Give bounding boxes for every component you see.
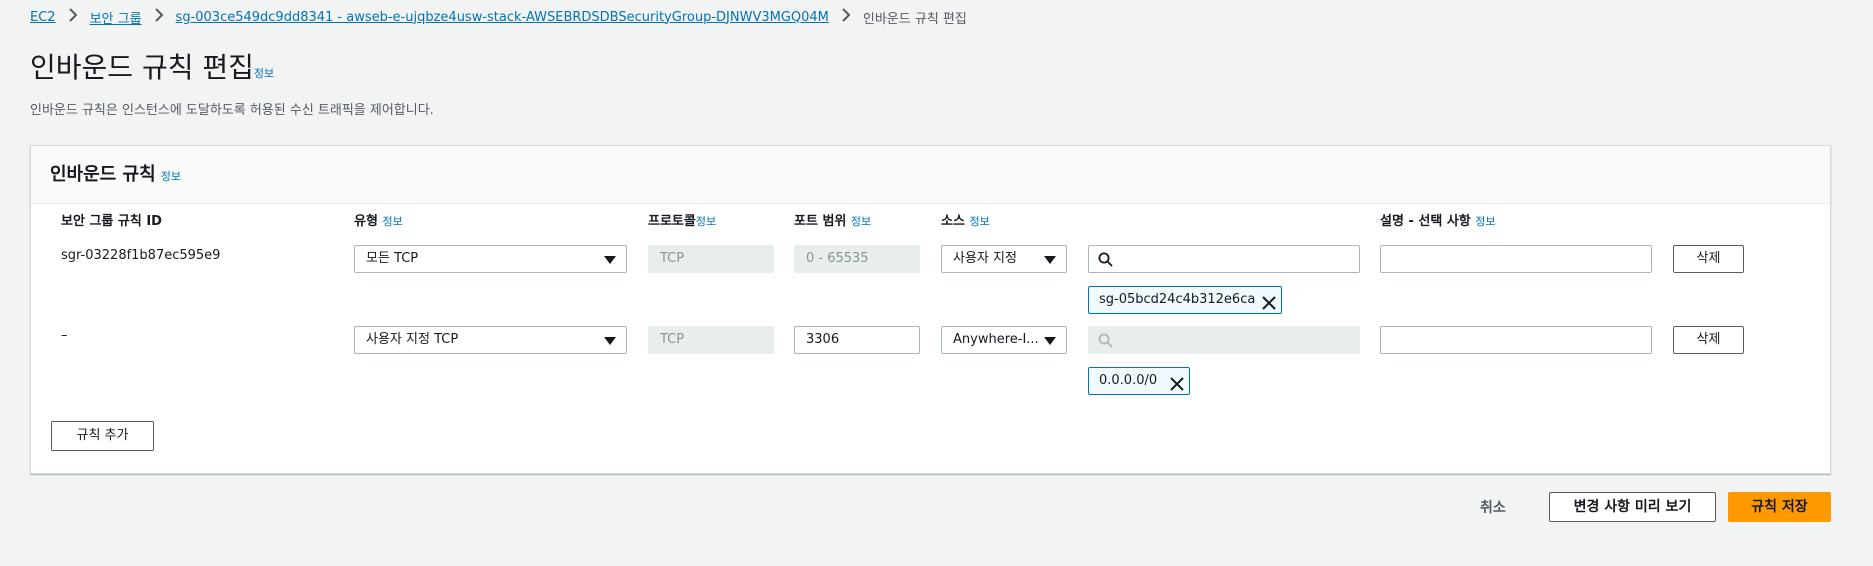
row-2-type-select[interactable]: 사용자 지정 TCP bbox=[354, 326, 627, 354]
col-header-type-label: 유형 bbox=[354, 214, 378, 229]
row-1-source-type-value: 사용자 지정 bbox=[953, 251, 1017, 266]
add-rule-button[interactable]: 규칙 추가 bbox=[51, 421, 154, 451]
protocol-info-link[interactable]: 정보 bbox=[696, 215, 716, 228]
row-2-delete-button[interactable]: 삭제 bbox=[1673, 326, 1744, 354]
row-1-type-select[interactable]: 모든 TCP bbox=[354, 245, 627, 273]
breadcrumb: EC2 보안 그룹 sg-003ce549dc9dd8341 - awseb-e… bbox=[30, 7, 967, 27]
col-header-source-label: 소스 bbox=[941, 214, 965, 229]
row-1-source-token: sg-05bcd24c4b312e6ca bbox=[1088, 286, 1282, 314]
row-2-description-input[interactable] bbox=[1380, 326, 1652, 354]
row-1-source-search-input[interactable] bbox=[1088, 245, 1360, 273]
breadcrumb-current: 인바운드 규칙 편집 bbox=[862, 11, 967, 27]
title-info-link[interactable]: 정보 bbox=[254, 67, 274, 80]
breadcrumb-security-group[interactable]: sg-003ce549dc9dd8341 - awseb-e-ujqbze4us… bbox=[176, 10, 829, 25]
row-1-port-range-input: 0 - 65535 bbox=[794, 245, 920, 273]
panel-title: 인바운드 규칙 bbox=[50, 164, 156, 185]
row-1-token-label: sg-05bcd24c4b312e6ca bbox=[1099, 292, 1256, 307]
caret-down-icon bbox=[604, 256, 616, 264]
chevron-right-icon bbox=[841, 8, 851, 26]
col-header-description: 설명 - 선택 사항 정보 bbox=[1380, 210, 1496, 229]
row-1-description-input[interactable] bbox=[1380, 245, 1652, 273]
col-header-port-range-label: 포트 범위 bbox=[794, 214, 847, 229]
row-2-source-token: 0.0.0.0/0 bbox=[1088, 367, 1190, 395]
row-1-protocol-input: TCP bbox=[648, 245, 774, 273]
panel-header: 인바운드 규칙 정보 bbox=[31, 146, 1830, 204]
row-2-type-value: 사용자 지정 TCP bbox=[366, 332, 459, 347]
chevron-right-icon bbox=[68, 8, 78, 26]
source-info-link[interactable]: 정보 bbox=[969, 215, 989, 228]
col-header-protocol-label: 프로토콜 bbox=[648, 214, 696, 229]
caret-down-icon bbox=[604, 337, 616, 345]
col-header-rule-id-label: 보안 그룹 규칙 ID bbox=[61, 214, 162, 229]
page-description: 인바운드 규칙은 인스턴스에 도달하도록 허용된 수신 트래픽을 제어합니다. bbox=[30, 103, 434, 118]
row-2-source-search-input bbox=[1088, 326, 1360, 354]
row-2-source-type-select[interactable]: Anywhere-I... bbox=[941, 326, 1067, 354]
row-2-protocol-input: TCP bbox=[648, 326, 774, 354]
row-1-type-value: 모든 TCP bbox=[366, 251, 419, 266]
search-icon bbox=[1098, 333, 1113, 352]
panel-info-link[interactable]: 정보 bbox=[161, 170, 181, 183]
type-info-link[interactable]: 정보 bbox=[382, 215, 402, 228]
row-2-source-type-value: Anywhere-I... bbox=[953, 332, 1039, 347]
caret-down-icon bbox=[1044, 256, 1056, 264]
panel-title-wrap: 인바운드 규칙 정보 bbox=[50, 160, 181, 186]
page-title: 인바운드 규칙 편집 bbox=[30, 51, 254, 84]
chevron-right-icon bbox=[154, 8, 164, 26]
preview-changes-button[interactable]: 변경 사항 미리 보기 bbox=[1549, 492, 1716, 522]
col-header-protocol: 프로토콜정보 bbox=[648, 210, 716, 229]
page-header: 인바운드 규칙 편집정보 bbox=[30, 46, 274, 86]
save-rules-button[interactable]: 규칙 저장 bbox=[1728, 492, 1831, 522]
inbound-rules-panel: 인바운드 규칙 정보 보안 그룹 규칙 ID 유형 정보 프로토콜정보 포트 범… bbox=[30, 145, 1831, 474]
col-header-rule-id: 보안 그룹 규칙 ID bbox=[61, 210, 162, 229]
row-1-rule-id: sgr-03228f1b87ec595e9 bbox=[61, 248, 221, 263]
breadcrumb-security-groups[interactable]: 보안 그룹 bbox=[90, 8, 142, 27]
caret-down-icon bbox=[1044, 337, 1056, 345]
close-icon[interactable] bbox=[1262, 294, 1276, 310]
breadcrumb-ec2[interactable]: EC2 bbox=[30, 10, 56, 25]
search-icon bbox=[1098, 252, 1113, 271]
row-2-port-range-input[interactable]: 3306 bbox=[794, 326, 920, 354]
row-1-source-type-select[interactable]: 사용자 지정 bbox=[941, 245, 1067, 273]
col-header-port-range: 포트 범위 정보 bbox=[794, 210, 871, 229]
row-2-rule-id: – bbox=[61, 328, 68, 343]
cancel-button[interactable]: 취소 bbox=[1480, 497, 1506, 517]
close-icon[interactable] bbox=[1170, 375, 1184, 391]
col-header-type: 유형 정보 bbox=[354, 210, 403, 229]
port-range-info-link[interactable]: 정보 bbox=[851, 215, 871, 228]
col-header-source: 소스 정보 bbox=[941, 210, 990, 229]
row-1-delete-button[interactable]: 삭제 bbox=[1673, 245, 1744, 273]
description-info-link[interactable]: 정보 bbox=[1475, 215, 1495, 228]
col-header-description-label: 설명 - 선택 사항 bbox=[1380, 214, 1471, 229]
row-2-token-label: 0.0.0.0/0 bbox=[1099, 373, 1158, 388]
